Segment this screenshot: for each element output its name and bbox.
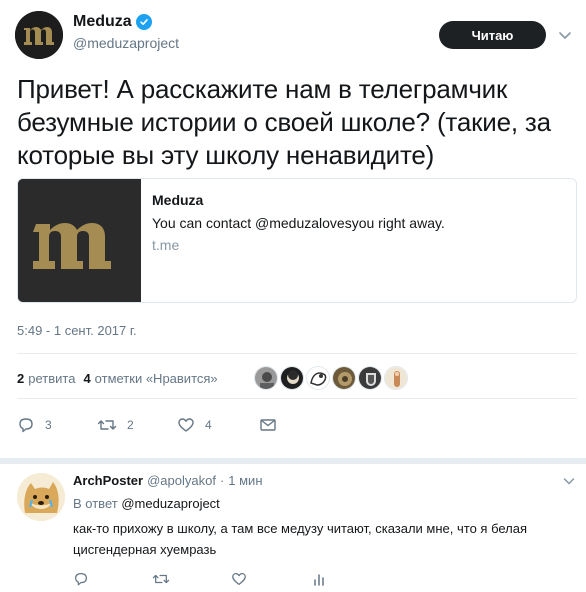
reply-icon: [75, 573, 87, 586]
reply-header: ArchPoster @apolyakof · 1 мин: [73, 473, 263, 488]
likes-stat[interactable]: 4 отметки «Нравится»: [83, 371, 217, 386]
tweet-text: Привет! А расскажите нам в телеграмчик б…: [17, 74, 551, 170]
retweets-stat[interactable]: 2 ретвита: [17, 371, 75, 386]
retweets-label: ретвита: [28, 370, 76, 386]
divider: [17, 353, 577, 354]
card-domain: t.me: [152, 237, 180, 253]
reply-to-prefix: В ответ: [73, 496, 118, 511]
likes-label: отметки «Нравится»: [94, 370, 218, 386]
like-action[interactable]: 4: [177, 416, 259, 434]
following-button[interactable]: Читаю: [439, 21, 546, 49]
reply-action[interactable]: 3: [17, 416, 97, 434]
tweet-timestamp[interactable]: 5:49 - 1 сент. 2017 г.: [17, 323, 137, 338]
like-count: 4: [205, 418, 212, 432]
verified-badge-icon: [135, 14, 152, 30]
envelope-icon: [260, 419, 276, 431]
liker-avatar[interactable]: [358, 366, 382, 390]
tweet-author-name[interactable]: Meduza: [73, 13, 152, 31]
reply-reply-action[interactable]: [73, 571, 152, 587]
liker-avatar[interactable]: [332, 366, 356, 390]
dot-separator: ·: [219, 473, 225, 488]
meduza-avatar[interactable]: [15, 11, 63, 59]
reply-tweet[interactable]: ArchPoster @apolyakof · 1 мин В ответ @m…: [0, 464, 586, 592]
tweet-actions: 3 2 4: [17, 413, 277, 437]
tweet-author-handle[interactable]: @meduzaproject: [73, 35, 179, 51]
heart-icon: [178, 418, 194, 432]
card-title: Meduza: [152, 192, 204, 208]
reply-author-name[interactable]: ArchPoster: [73, 473, 143, 488]
reply-author-handle[interactable]: @apolyakof: [147, 473, 216, 488]
liker-avatar[interactable]: [280, 366, 304, 390]
likers-avatars: [254, 366, 408, 390]
card-image: [18, 179, 141, 302]
link-card[interactable]: Meduza You can contact @meduzalovesyou r…: [17, 178, 577, 303]
tweet-stats: 2 ретвита 4 отметки «Нравится»: [17, 366, 226, 390]
retweet-action[interactable]: 2: [97, 416, 177, 434]
reply-like-action[interactable]: [231, 571, 311, 587]
author-name-text[interactable]: Meduza: [73, 13, 132, 31]
reply-actions: [73, 570, 327, 588]
retweet-icon: [97, 420, 117, 430]
likes-count: 4: [83, 370, 91, 386]
reply-to-line: В ответ @meduzaproject: [73, 496, 220, 511]
direct-message-action[interactable]: [259, 416, 277, 434]
card-description: You can contact @meduzalovesyou right aw…: [152, 215, 445, 231]
analytics-icon: [314, 574, 324, 586]
liker-avatar[interactable]: [254, 366, 278, 390]
main-tweet: Meduza @meduzaproject Читаю Привет! А ра…: [0, 0, 586, 458]
heart-icon: [232, 573, 246, 585]
reply-time[interactable]: 1 мин: [228, 473, 262, 488]
retweet-icon: [152, 574, 170, 584]
divider: [17, 398, 577, 399]
archposter-avatar[interactable]: [17, 473, 65, 521]
reply-retweet-action[interactable]: [152, 571, 231, 587]
reply-count: 3: [45, 418, 52, 432]
reply-to-handle-link[interactable]: @meduzaproject: [121, 496, 219, 511]
chevron-down-icon[interactable]: [557, 27, 573, 43]
retweet-count: 2: [127, 418, 134, 432]
liker-avatar[interactable]: [384, 366, 408, 390]
liker-avatar[interactable]: [306, 366, 330, 390]
retweets-count: 2: [17, 370, 25, 386]
reply-icon: [19, 418, 33, 433]
chevron-down-icon[interactable]: [562, 474, 576, 488]
analytics-action[interactable]: [311, 571, 327, 587]
reply-text: как-то прихожу в школу, а там все медузу…: [73, 521, 528, 557]
